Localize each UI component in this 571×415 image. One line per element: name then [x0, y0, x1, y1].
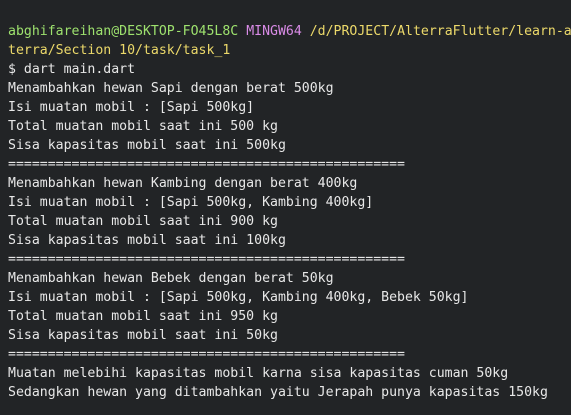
output-line: Isi muatan mobil : [Sapi 500kg, Kambing …	[8, 290, 469, 305]
output-line: Sisa kapasitas mobil saat ini 100kg	[8, 233, 286, 248]
output-line: Isi muatan mobil : [Sapi 500kg, Kambing …	[8, 195, 374, 210]
terminal-window[interactable]: abghifareihan@DESKTOP-FO45L8C MINGW64 /d…	[0, 0, 571, 415]
output-line: Menambahkan hewan Sapi dengan berat 500k…	[8, 81, 334, 96]
prompt-user-host: abghifareihan@DESKTOP-FO45L8C	[8, 24, 239, 39]
output-line: Sedangkan hewan yang ditambahkan yaitu J…	[8, 385, 548, 400]
prompt-env: MINGW64	[246, 24, 302, 39]
prompt-path-continued: terra/Section 10/task/task_1	[8, 43, 231, 58]
separator-line: ========================================…	[8, 252, 405, 267]
output-line: Total muatan mobil saat ini 500 kg	[8, 119, 278, 134]
terminal-output: abghifareihan@DESKTOP-FO45L8C MINGW64 /d…	[8, 22, 571, 402]
output-line: Sisa kapasitas mobil saat ini 500kg	[8, 138, 286, 153]
output-line: Total muatan mobil saat ini 900 kg	[8, 214, 278, 229]
prompt-line: abghifareihan@DESKTOP-FO45L8C MINGW64 /d…	[8, 22, 571, 41]
output-line: Menambahkan hewan Kambing dengan berat 4…	[8, 176, 358, 191]
output-line: Menambahkan hewan Bebek dengan berat 50k…	[8, 271, 334, 286]
separator-line: ========================================…	[8, 347, 405, 362]
separator-line: ========================================…	[8, 157, 405, 172]
output-line: Total muatan mobil saat ini 950 kg	[8, 309, 278, 324]
output-line: Sisa kapasitas mobil saat ini 50kg	[8, 328, 278, 343]
prompt-path: /d/PROJECT/AlterraFlutter/learn-al	[309, 24, 571, 39]
command-line: $ dart main.dart	[8, 62, 136, 77]
output-line: Isi muatan mobil : [Sapi 500kg]	[8, 100, 255, 115]
output-line: Muatan melebihi kapasitas mobil karna si…	[8, 366, 509, 381]
